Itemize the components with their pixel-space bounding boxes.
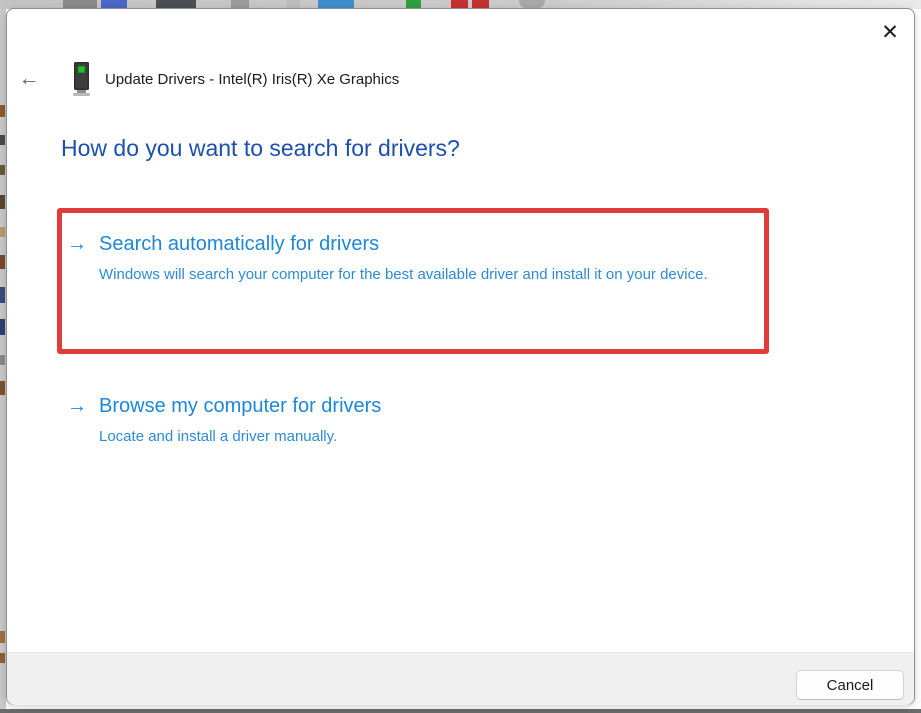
footer-bar: Cancel xyxy=(7,652,914,705)
option-text: Browse my computer for drivers Locate an… xyxy=(99,392,727,449)
background-mark xyxy=(0,631,5,643)
option-description: Locate and install a driver manually. xyxy=(99,428,338,445)
background-mark xyxy=(0,195,5,209)
arrow-icon: → xyxy=(67,233,87,255)
option-title[interactable]: Browse my computer for drivers xyxy=(99,392,727,420)
background-mark xyxy=(0,653,5,663)
background-window-edge xyxy=(0,709,921,713)
background-mark xyxy=(0,135,5,145)
option-description: Windows will search your computer for th… xyxy=(99,266,708,283)
background-mark xyxy=(0,381,5,395)
back-button[interactable]: ← xyxy=(17,67,41,91)
page-heading: How do you want to search for drivers? xyxy=(61,135,460,161)
option-title[interactable]: Search automatically for drivers xyxy=(99,230,727,258)
background-mark xyxy=(0,355,5,365)
option-search-automatically[interactable]: → Search automatically for drivers Windo… xyxy=(67,230,727,287)
dialog-title: Update Drivers - Intel(R) Iris(R) Xe Gra… xyxy=(105,70,400,88)
background-mark xyxy=(0,255,5,269)
display-adapter-icon xyxy=(69,61,95,97)
background-mark xyxy=(0,319,5,335)
screenshot-root: ✕ ← Update Drivers - Intel(R) Iris(R) Xe… xyxy=(0,0,921,713)
option-text: Search automatically for drivers Windows… xyxy=(99,230,727,287)
cancel-button[interactable]: Cancel xyxy=(796,670,904,700)
background-mark xyxy=(0,227,5,237)
close-icon: ✕ xyxy=(881,21,899,44)
option-browse-computer[interactable]: → Browse my computer for drivers Locate … xyxy=(67,392,727,449)
background-mark xyxy=(0,165,5,175)
update-drivers-dialog: ✕ ← Update Drivers - Intel(R) Iris(R) Xe… xyxy=(6,8,915,705)
close-button[interactable]: ✕ xyxy=(874,17,906,49)
arrow-icon: → xyxy=(67,395,87,417)
background-mark xyxy=(0,105,5,117)
dialog-header: ← Update Drivers - Intel(R) Iris(R) Xe G… xyxy=(7,57,914,101)
background-mark xyxy=(0,287,5,303)
back-arrow-icon: ← xyxy=(18,67,40,90)
